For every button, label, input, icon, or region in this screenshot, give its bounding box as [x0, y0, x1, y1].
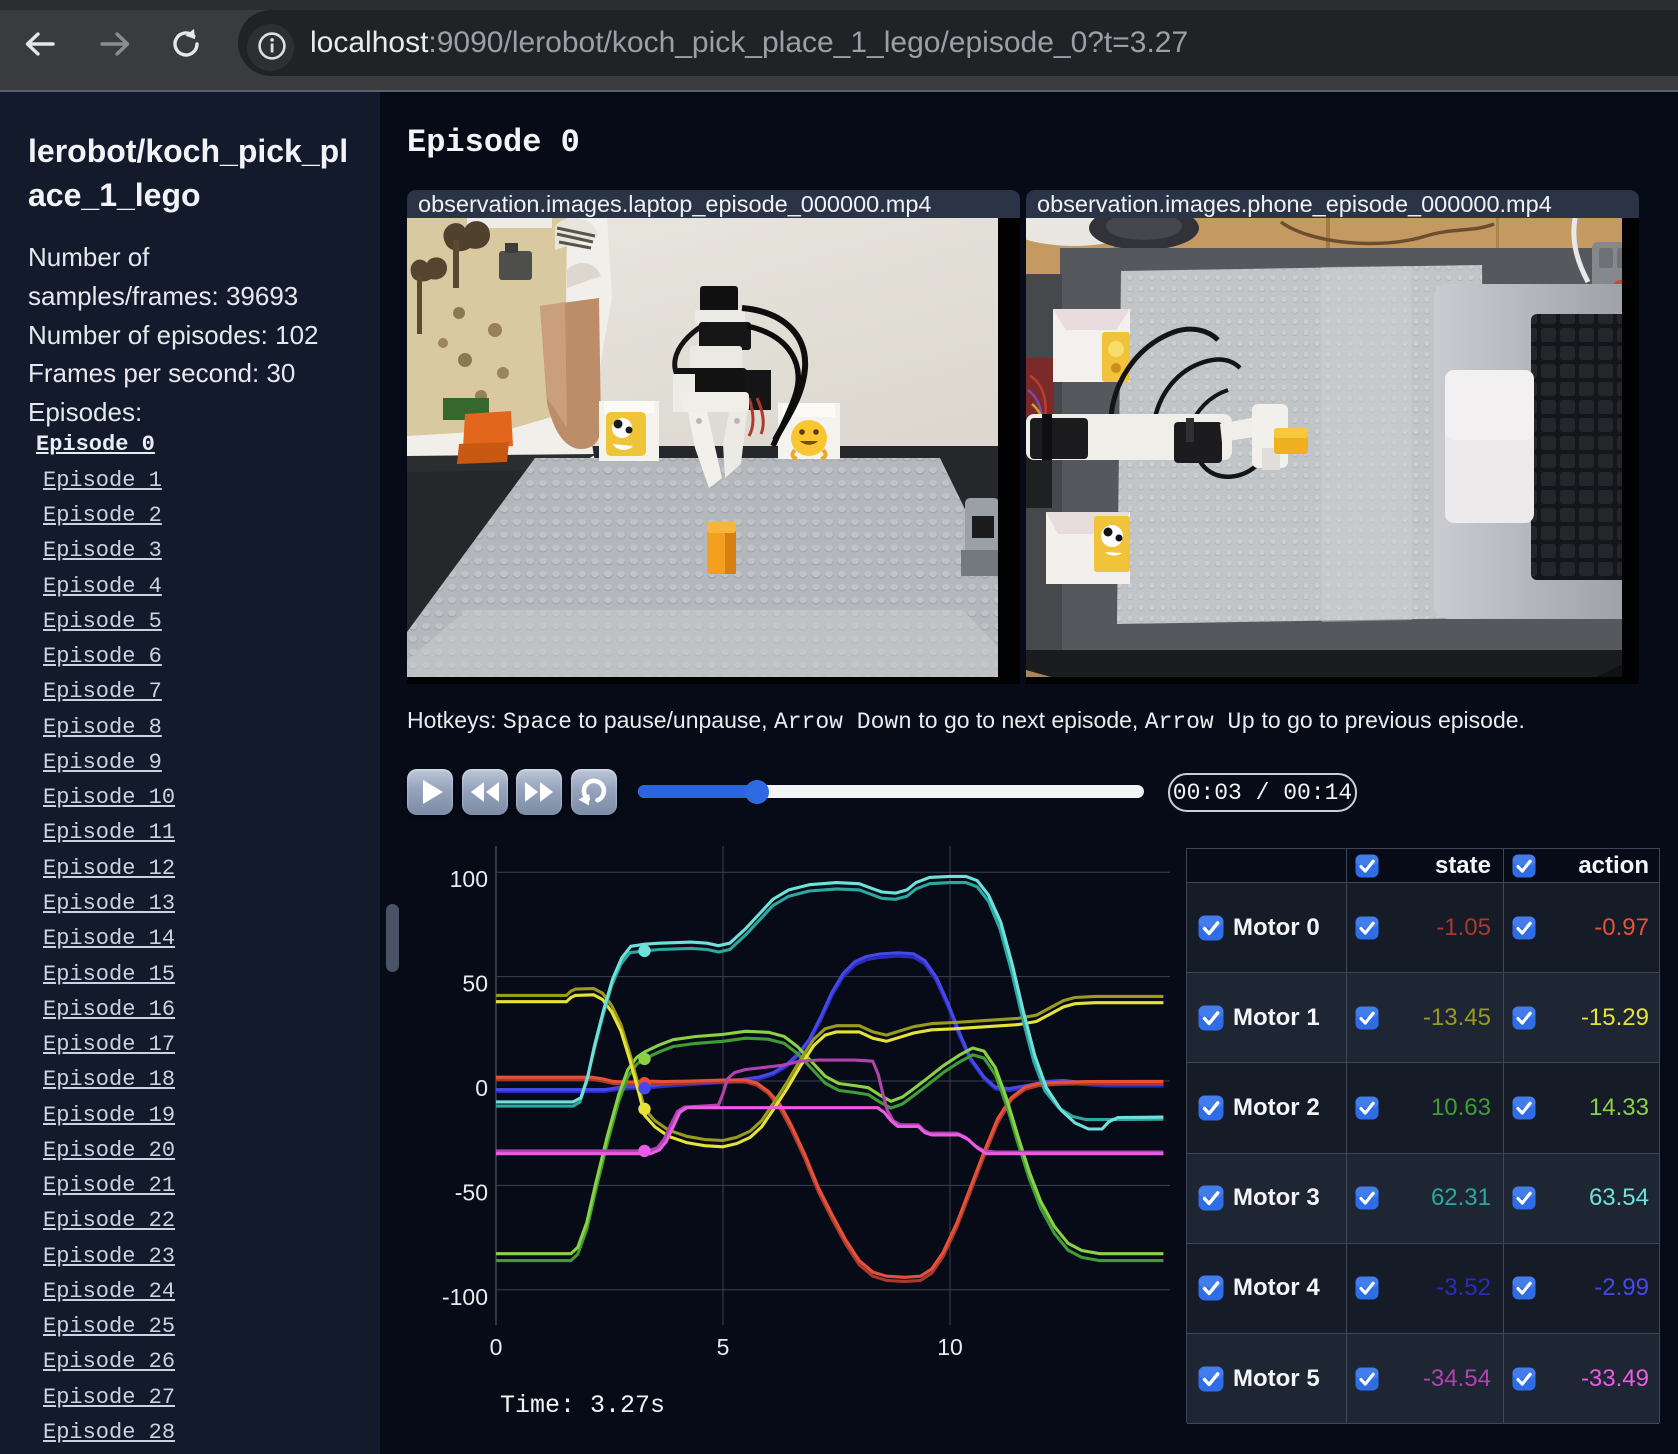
svg-text:0: 0	[475, 1075, 488, 1101]
svg-text:5: 5	[717, 1334, 730, 1360]
svg-text:0: 0	[490, 1334, 503, 1360]
svg-text:-50: -50	[455, 1179, 488, 1205]
svg-text:Time: 3.27s: Time: 3.27s	[500, 1391, 665, 1420]
svg-text:-100: -100	[442, 1284, 488, 1310]
svg-text:50: 50	[462, 971, 488, 997]
svg-text:10: 10	[937, 1334, 963, 1360]
svg-text:100: 100	[450, 866, 488, 892]
